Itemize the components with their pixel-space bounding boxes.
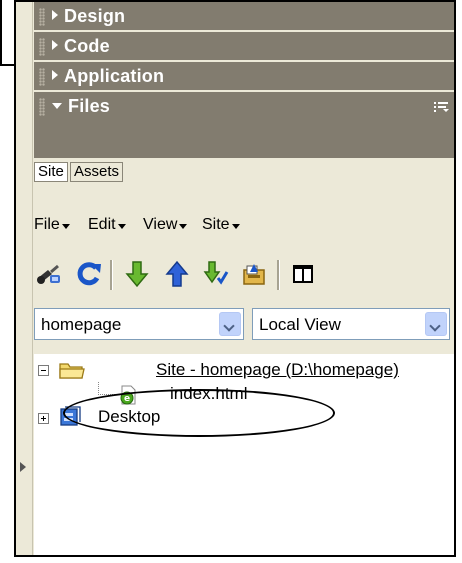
panel-title-code: Code — [64, 36, 110, 56]
collapse-arrow-icon — [52, 103, 62, 109]
tab-site[interactable]: Site — [34, 162, 68, 182]
tree-file-row[interactable]: e index.html — [34, 382, 334, 406]
panel-title-application: Application — [64, 66, 165, 86]
expand-panel-icon[interactable] — [288, 258, 318, 290]
panel-header-application[interactable]: Application — [34, 62, 454, 92]
view-select-value: Local View — [259, 315, 341, 334]
chevron-down-icon[interactable] — [425, 312, 447, 336]
folder-icon — [59, 363, 85, 379]
panel-title-design: Design — [64, 6, 126, 26]
file-tree: Site - homepage (D:\homepage) e index.ht… — [34, 354, 454, 555]
grip-icon[interactable] — [39, 38, 45, 56]
toolbar-separator — [110, 260, 113, 290]
tree-desktop-row[interactable]: Desktop — [34, 406, 334, 430]
menu-file[interactable]: File — [34, 216, 70, 234]
toolbar-separator — [277, 260, 280, 290]
put-files-icon[interactable] — [162, 258, 192, 290]
file-name: index.html — [170, 384, 248, 403]
get-files-icon[interactable] — [122, 258, 152, 290]
panel-title-files: Files — [68, 96, 111, 116]
chevron-down-icon — [61, 224, 70, 229]
left-hairline-tick — [0, 64, 14, 66]
panel-header-design[interactable]: Design — [34, 2, 454, 32]
view-select[interactable]: Local View — [252, 308, 450, 340]
svg-text:e: e — [124, 394, 130, 404]
files-toolbar — [34, 258, 454, 294]
site-select-value: homepage — [41, 315, 122, 334]
desktop-icon — [60, 406, 81, 426]
chevron-down-icon — [179, 224, 188, 229]
collapse-arrow-icon[interactable] — [20, 462, 26, 472]
grip-icon[interactable] — [39, 98, 45, 116]
check-in-icon[interactable] — [238, 258, 268, 290]
dock-collapse-strip[interactable] — [16, 2, 33, 555]
grip-icon[interactable] — [39, 8, 45, 26]
connect-icon[interactable] — [34, 258, 64, 290]
files-menu-bar: File Edit View Site — [34, 214, 454, 238]
menu-view[interactable]: View — [143, 216, 188, 234]
panel-options-icon[interactable] — [434, 101, 450, 113]
chevron-down-icon — [117, 224, 126, 229]
tab-assets[interactable]: Assets — [70, 162, 124, 182]
html-file-icon: e — [120, 385, 136, 405]
expand-arrow-icon — [52, 40, 58, 50]
tree-root-site[interactable]: Site - homepage (D:\homepage) — [34, 358, 454, 382]
menu-edit[interactable]: Edit — [88, 216, 126, 234]
desktop-label: Desktop — [98, 407, 161, 426]
left-hairline — [0, 0, 2, 64]
panel-header-files[interactable]: Files — [34, 92, 454, 158]
grip-icon[interactable] — [39, 68, 45, 86]
expand-arrow-icon — [52, 70, 58, 80]
panel-header-code[interactable]: Code — [34, 32, 454, 62]
files-tabs: Site Assets — [34, 160, 454, 184]
chevron-down-icon — [231, 224, 240, 229]
refresh-icon[interactable] — [74, 258, 104, 290]
expand-icon[interactable] — [38, 413, 49, 424]
site-root-label: Site - homepage (D:\homepage) — [156, 360, 399, 379]
site-select[interactable]: homepage — [34, 308, 244, 340]
chevron-down-icon[interactable] — [219, 312, 241, 336]
collapse-icon[interactable] — [38, 365, 49, 376]
menu-site[interactable]: Site — [202, 216, 240, 234]
expand-arrow-icon — [52, 10, 58, 20]
check-out-icon[interactable] — [200, 258, 230, 290]
